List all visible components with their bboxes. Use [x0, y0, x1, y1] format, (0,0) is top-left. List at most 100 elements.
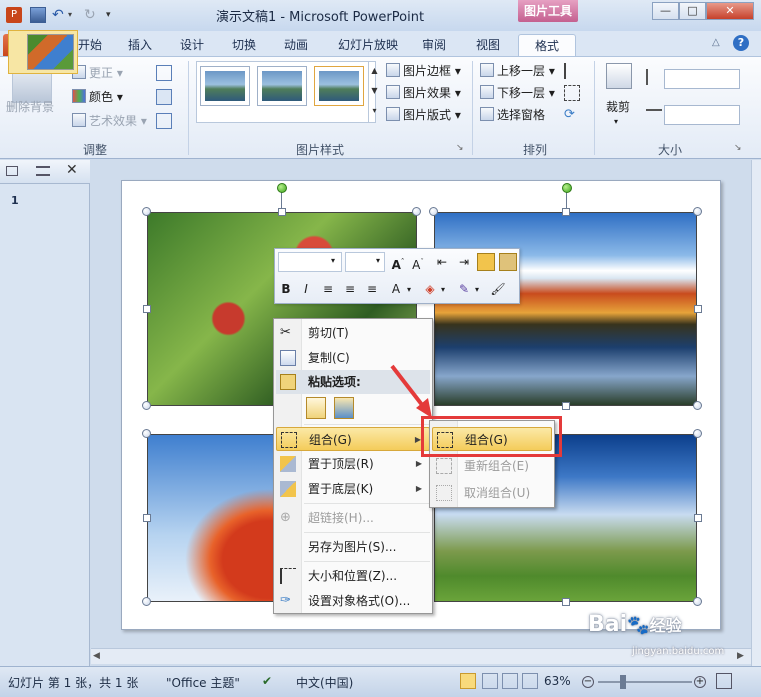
normal-view-icon[interactable]: [460, 673, 476, 689]
outline-tab-icon[interactable]: [36, 166, 50, 176]
crop-button[interactable]: 裁剪: [606, 97, 630, 117]
height-input[interactable]: [664, 69, 740, 89]
shrink-font-icon[interactable]: Aˇ: [409, 253, 427, 272]
tab-transitions[interactable]: 切换: [224, 34, 264, 57]
menu-item-cut[interactable]: ✂ 剪切(T): [276, 321, 430, 345]
tab-slideshow[interactable]: 幻灯片放映: [332, 34, 404, 57]
menu-item-hyperlink[interactable]: ⊕ 超链接(H)...: [276, 506, 430, 530]
resize-handle[interactable]: [694, 514, 702, 522]
picture-styles-launcher-icon[interactable]: ↘: [456, 143, 464, 153]
resize-handle[interactable]: [693, 429, 702, 438]
compress-pictures-icon[interactable]: [156, 65, 172, 81]
zoom-level[interactable]: 63%: [544, 674, 571, 688]
close-panel-icon[interactable]: ✕: [66, 162, 78, 178]
restore-button[interactable]: □: [679, 2, 706, 20]
slides-tab-icon[interactable]: [6, 166, 18, 176]
font-color-icon[interactable]: A: [387, 280, 405, 298]
resize-handle[interactable]: [143, 305, 151, 313]
resize-handle[interactable]: [278, 208, 286, 216]
tab-insert[interactable]: 插入: [120, 34, 160, 57]
picture-style-1[interactable]: [200, 66, 250, 106]
artistic-effects-button[interactable]: 艺术效果 ▾: [72, 111, 147, 131]
photo-autumn-lake[interactable]: [434, 212, 697, 406]
scroll-left-arrow-icon[interactable]: ◀: [93, 651, 100, 661]
italic-icon[interactable]: I: [297, 280, 315, 298]
resize-handle[interactable]: [412, 207, 421, 216]
resize-handle[interactable]: [693, 401, 702, 410]
minimize-button[interactable]: —: [652, 2, 679, 20]
resize-handle[interactable]: [143, 514, 151, 522]
bring-to-front-mini-icon[interactable]: [477, 253, 495, 271]
slideshow-view-icon[interactable]: [522, 673, 538, 689]
scroll-right-arrow-icon[interactable]: ▶: [737, 651, 744, 661]
tab-format[interactable]: 格式: [518, 34, 576, 57]
menu-item-format-object[interactable]: ✑ 设置对象格式(O)...: [276, 589, 430, 613]
reading-view-icon[interactable]: [502, 673, 518, 689]
paste-keep-source-icon[interactable]: [306, 397, 326, 419]
close-button[interactable]: ✕: [706, 2, 754, 20]
resize-handle[interactable]: [142, 597, 151, 606]
shape-fill-icon[interactable]: ◈: [421, 280, 439, 298]
picture-effects-button[interactable]: 图片效果 ▾: [386, 83, 461, 103]
menu-item-save-as-picture[interactable]: 另存为图片(S)...: [276, 535, 430, 559]
resize-handle[interactable]: [562, 598, 570, 606]
fit-to-window-icon[interactable]: [716, 673, 732, 689]
align-right-icon[interactable]: ≡: [363, 280, 381, 298]
picture-layout-button[interactable]: 图片版式 ▾: [386, 105, 461, 125]
menu-item-group[interactable]: 组合(G) ▶: [276, 427, 430, 451]
resize-handle[interactable]: [562, 402, 570, 410]
shape-outline-dropdown-icon[interactable]: ▾: [475, 285, 479, 294]
increase-indent-icon[interactable]: ⇥: [455, 253, 473, 271]
group-objects-icon[interactable]: [564, 85, 580, 101]
align-left-icon[interactable]: ≡: [319, 280, 337, 298]
picture-style-2[interactable]: [257, 66, 307, 106]
menu-item-bring-to-front[interactable]: 置于顶层(R) ▶: [276, 452, 430, 476]
theme-name[interactable]: "Office 主题": [166, 674, 240, 691]
font-color-dropdown-icon[interactable]: ▾: [407, 285, 411, 294]
font-size-dropdown-icon[interactable]: ▾: [376, 256, 380, 265]
vertical-scrollbar[interactable]: [751, 160, 761, 666]
reset-picture-icon[interactable]: [156, 113, 172, 129]
spell-check-icon[interactable]: ✔: [262, 674, 272, 688]
size-launcher-icon[interactable]: ↘: [734, 143, 742, 153]
resize-handle[interactable]: [142, 429, 151, 438]
change-picture-icon[interactable]: [156, 89, 172, 105]
resize-handle[interactable]: [142, 401, 151, 410]
align-icon[interactable]: [564, 63, 580, 79]
color-button[interactable]: 颜色 ▾: [72, 87, 123, 107]
zoom-slider-thumb[interactable]: [620, 675, 626, 689]
tab-review[interactable]: 审阅: [414, 34, 454, 57]
shape-outline-icon[interactable]: ✎: [455, 280, 473, 298]
slide-thumbnail[interactable]: [8, 30, 78, 74]
submenu-item-ungroup[interactable]: 取消组合(U): [432, 481, 552, 505]
resize-handle[interactable]: [142, 207, 151, 216]
format-painter-icon[interactable]: 🖌: [489, 280, 507, 298]
language[interactable]: 中文(中国): [296, 674, 353, 691]
rotate-icon[interactable]: ⟳: [564, 107, 580, 123]
send-to-back-mini-icon[interactable]: [499, 253, 517, 271]
zoom-in-icon[interactable]: +: [694, 676, 706, 688]
submenu-item-regroup[interactable]: 重新组合(E): [432, 454, 552, 478]
corrections-button[interactable]: 更正 ▾: [72, 63, 123, 83]
menu-item-send-to-back[interactable]: 置于底层(K) ▶: [276, 477, 430, 501]
zoom-slider-track[interactable]: [598, 681, 692, 683]
selection-pane-button[interactable]: 选择窗格: [480, 105, 545, 125]
picture-border-button[interactable]: 图片边框 ▾: [386, 61, 461, 81]
crop-dropdown-icon[interactable]: ▾: [614, 117, 618, 126]
resize-handle[interactable]: [693, 597, 702, 606]
shape-fill-dropdown-icon[interactable]: ▾: [441, 285, 445, 294]
minimize-ribbon-icon[interactable]: △: [712, 37, 720, 48]
resize-handle[interactable]: [562, 208, 570, 216]
tab-design[interactable]: 设计: [172, 34, 212, 57]
resize-handle[interactable]: [429, 207, 438, 216]
bring-forward-button[interactable]: 上移一层 ▾: [480, 61, 555, 81]
remove-background-button[interactable]: 删除背景: [6, 97, 54, 117]
send-backward-button[interactable]: 下移一层 ▾: [480, 83, 555, 103]
tab-view[interactable]: 视图: [468, 34, 508, 57]
zoom-out-icon[interactable]: −: [582, 676, 594, 688]
align-center-icon[interactable]: ≡: [341, 280, 359, 298]
help-icon[interactable]: ?: [733, 35, 749, 51]
resize-handle[interactable]: [693, 207, 702, 216]
gallery-scroll[interactable]: ▲ ▼ ▾: [368, 61, 380, 123]
width-input[interactable]: [664, 105, 740, 125]
